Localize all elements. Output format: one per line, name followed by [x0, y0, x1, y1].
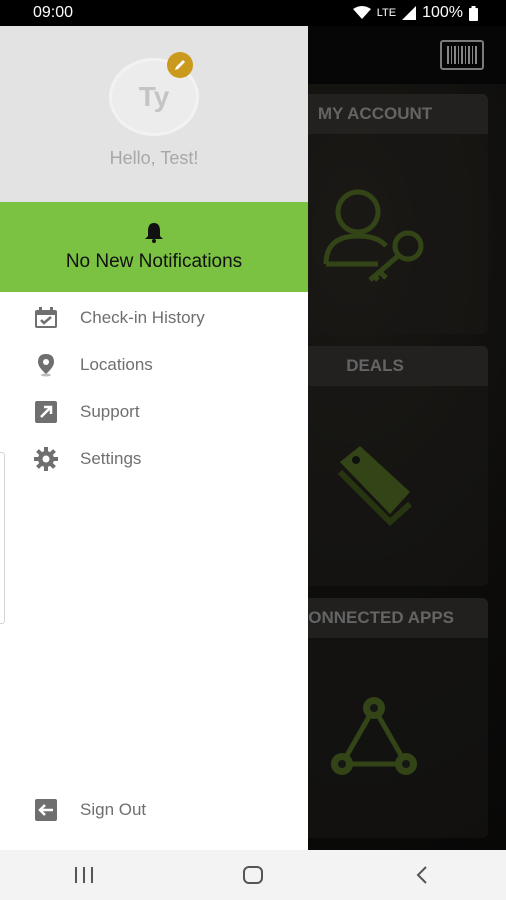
notifications-text: No New Notifications [65, 251, 243, 272]
notifications-banner[interactable]: No New Notifications [0, 202, 308, 292]
greeting: Hello, Test! [109, 148, 199, 168]
menu-item-support[interactable]: Support [0, 388, 308, 435]
menu-item-settings[interactable]: Settings [0, 435, 308, 482]
menu-item-label: Check-in History [80, 307, 205, 327]
external-link-icon [34, 400, 58, 424]
recents-icon [75, 867, 94, 883]
location-pin-icon [34, 353, 58, 377]
pencil-icon [175, 60, 185, 70]
status-time: 09:00 [33, 4, 74, 21]
menu-item-check-in-history[interactable]: Check-in History [0, 294, 308, 341]
status-icons: LTE 100% [352, 4, 478, 22]
drawer-menu: Check-in History Locations Support Setti… [0, 292, 308, 482]
calendar-check-icon [34, 306, 58, 330]
navigation-drawer: Ty Hello, Test! No New Notifications Che… [0, 26, 308, 850]
home-icon [242, 866, 263, 884]
system-nav-bar [0, 850, 506, 900]
recents-button[interactable] [54, 855, 114, 895]
sign-out-icon [34, 798, 58, 822]
menu-item-locations[interactable]: Locations [0, 341, 308, 388]
home-button[interactable] [223, 855, 283, 895]
drawer-edge-handle [0, 452, 5, 624]
drawer-header: Ty Hello, Test! [0, 26, 308, 202]
battery-icon [469, 5, 478, 21]
sign-out-label: Sign Out [80, 800, 147, 819]
status-bar: 09:00 LTE 100% [0, 0, 506, 26]
avatar-initials: Ty [138, 81, 170, 112]
back-button[interactable] [392, 855, 452, 895]
edit-profile-button[interactable] [167, 52, 193, 78]
back-icon [416, 866, 427, 884]
wifi-icon [352, 6, 371, 19]
bell-icon [145, 223, 163, 243]
sign-out-button[interactable]: Sign Out [0, 788, 308, 832]
battery-level: 100% [422, 4, 463, 21]
gear-icon [34, 446, 58, 471]
menu-item-label: Settings [80, 448, 142, 468]
signal-icon [402, 6, 417, 20]
menu-item-label: Locations [80, 354, 153, 374]
network-type: LTE [376, 7, 397, 19]
menu-item-label: Support [80, 401, 140, 421]
